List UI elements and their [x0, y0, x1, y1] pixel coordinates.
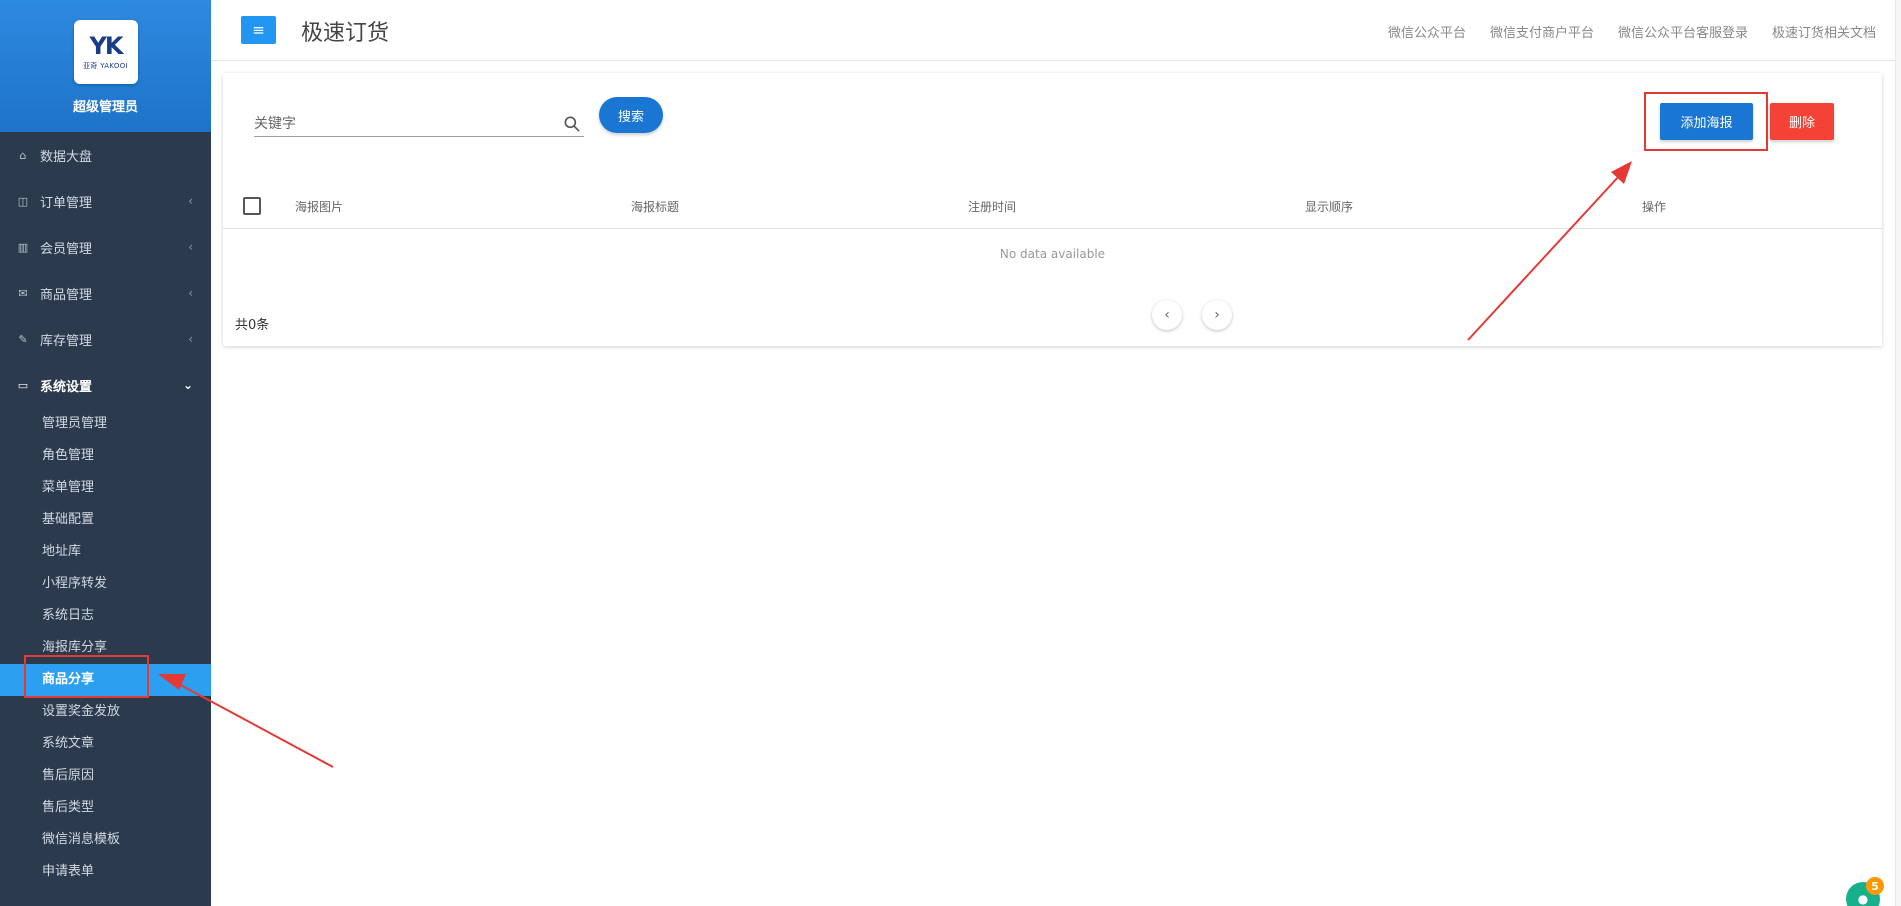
sidebar-item-orders[interactable]: ◫ 订单管理 ‹: [0, 178, 211, 224]
sidebar-item-system-settings[interactable]: ▭ 系统设置 ⌄: [0, 362, 211, 408]
prev-page-button[interactable]: ‹: [1152, 300, 1182, 330]
submenu-item[interactable]: 角色管理: [0, 440, 211, 472]
column-header[interactable]: 海报标题: [631, 198, 679, 215]
sidebar-item-label: 订单管理: [40, 195, 93, 211]
next-page-button[interactable]: ›: [1202, 300, 1232, 330]
sidebar-item-members[interactable]: ▥ 会员管理 ‹: [0, 224, 211, 270]
chevron-right-icon: ›: [1214, 307, 1220, 323]
page-scrollbar[interactable]: [1895, 0, 1901, 906]
user-role: 超级管理员: [72, 100, 138, 115]
link-wechat-official[interactable]: 微信公众平台: [1388, 22, 1466, 41]
column-header[interactable]: 注册时间: [968, 198, 1016, 215]
submenu-item[interactable]: 地址库: [0, 536, 211, 568]
chevron-down-icon: ⌄: [182, 378, 193, 392]
brand-header: YK 亚奇 YAKOOI 超级管理员: [0, 0, 211, 132]
link-wechat-pay-merchant[interactable]: 微信支付商户平台: [1490, 22, 1594, 41]
envelope-icon: ✉: [18, 286, 28, 300]
top-header: ≡ 极速订货 微信公众平台 微信支付商户平台 微信公众平台客服登录 极速订货相关…: [211, 0, 1901, 61]
header-links: 微信公众平台 微信支付商户平台 微信公众平台客服登录 极速订货相关文档: [1388, 22, 1876, 41]
chevron-left-icon: ‹: [188, 240, 193, 254]
link-docs[interactable]: 极速订货相关文档: [1772, 22, 1876, 41]
submenu-item[interactable]: 管理员管理: [0, 408, 211, 440]
submenu-item[interactable]: 系统日志: [0, 600, 211, 632]
submenu-item[interactable]: 小程序转发: [0, 568, 211, 600]
chat-unread-badge: 5: [1866, 877, 1884, 895]
monitor-icon: ▭: [17, 378, 29, 392]
sidebar-item-inventory[interactable]: ✎ 库存管理 ‹: [0, 316, 211, 362]
sidebar-item-label: 系统设置: [40, 379, 93, 395]
sidebar-item-label: 商品管理: [40, 287, 93, 303]
submenu-item-product-share[interactable]: 商品分享: [0, 664, 211, 696]
sidebar-item-label: 库存管理: [40, 333, 93, 349]
link-wechat-customer-service[interactable]: 微信公众平台客服登录: [1618, 22, 1748, 41]
submenu-item[interactable]: 海报库分享: [0, 632, 211, 664]
submenu-item[interactable]: 基础配置: [0, 504, 211, 536]
delete-button[interactable]: 删除: [1770, 103, 1834, 140]
chat-bubble-icon: ●: [1857, 892, 1869, 906]
poster-list-card: 搜索 添加海报 删除 海报图片 海报标题 注册时间 显示顺序 操作 No dat…: [223, 73, 1882, 346]
total-count: 共0条: [235, 318, 270, 333]
company-logo: YK 亚奇 YAKOOI: [73, 20, 138, 84]
search-icon[interactable]: [562, 114, 582, 134]
sidebar-item-label: 数据大盘: [40, 149, 93, 165]
home-icon: ⌂: [19, 148, 27, 162]
chevron-left-icon: ‹: [188, 286, 193, 300]
add-poster-button[interactable]: 添加海报: [1660, 103, 1753, 140]
submenu-item[interactable]: 售后类型: [0, 792, 211, 824]
columns-icon: ◫: [17, 194, 29, 208]
edit-icon: ✎: [18, 332, 28, 346]
column-header[interactable]: 显示顺序: [1305, 198, 1353, 215]
submenu-item[interactable]: 微信消息模板: [0, 824, 211, 856]
search-button[interactable]: 搜索: [599, 97, 663, 133]
sidebar: YK 亚奇 YAKOOI 超级管理员 ⌂ 数据大盘 ◫ 订单管理 ‹ ▥ 会员管…: [0, 0, 211, 906]
search-field: [254, 113, 584, 137]
table-header: 海报图片 海报标题 注册时间 显示顺序 操作: [223, 183, 1882, 229]
sidebar-nav: ⌂ 数据大盘 ◫ 订单管理 ‹ ▥ 会员管理 ‹ ✉ 商品管理 ‹ ✎ 库存管理…: [0, 132, 211, 408]
submenu-item[interactable]: 设置奖金发放: [0, 696, 211, 728]
column-header: 操作: [1642, 200, 1667, 214]
menu-toggle-button[interactable]: ≡: [241, 16, 276, 44]
sidebar-item-label: 会员管理: [40, 241, 93, 257]
submenu-item[interactable]: 菜单管理: [0, 472, 211, 504]
chevron-left-icon: ‹: [1164, 307, 1170, 323]
empty-state-text: No data available: [999, 247, 1106, 261]
submenu-item[interactable]: 申请表单: [0, 856, 211, 888]
page-title: 极速订货: [301, 21, 390, 46]
submenu-item[interactable]: 系统文章: [0, 728, 211, 760]
bar-chart-icon: ▥: [17, 240, 29, 254]
chevron-left-icon: ‹: [188, 332, 193, 346]
chevron-left-icon: ‹: [188, 194, 193, 208]
sidebar-item-dashboard[interactable]: ⌂ 数据大盘: [0, 132, 211, 178]
column-header[interactable]: 海报图片: [295, 198, 343, 215]
logo-mark: YK: [89, 32, 124, 60]
system-settings-submenu: 管理员管理 角色管理 菜单管理 基础配置 地址库 小程序转发 系统日志 海报库分…: [0, 408, 211, 898]
select-all-checkbox[interactable]: [243, 197, 261, 215]
hamburger-icon: ≡: [252, 21, 265, 39]
search-input[interactable]: [254, 113, 544, 135]
submenu-item[interactable]: 售后原因: [0, 760, 211, 792]
sidebar-item-products[interactable]: ✉ 商品管理 ‹: [0, 270, 211, 316]
logo-subtext: 亚奇 YAKOOI: [83, 62, 128, 70]
